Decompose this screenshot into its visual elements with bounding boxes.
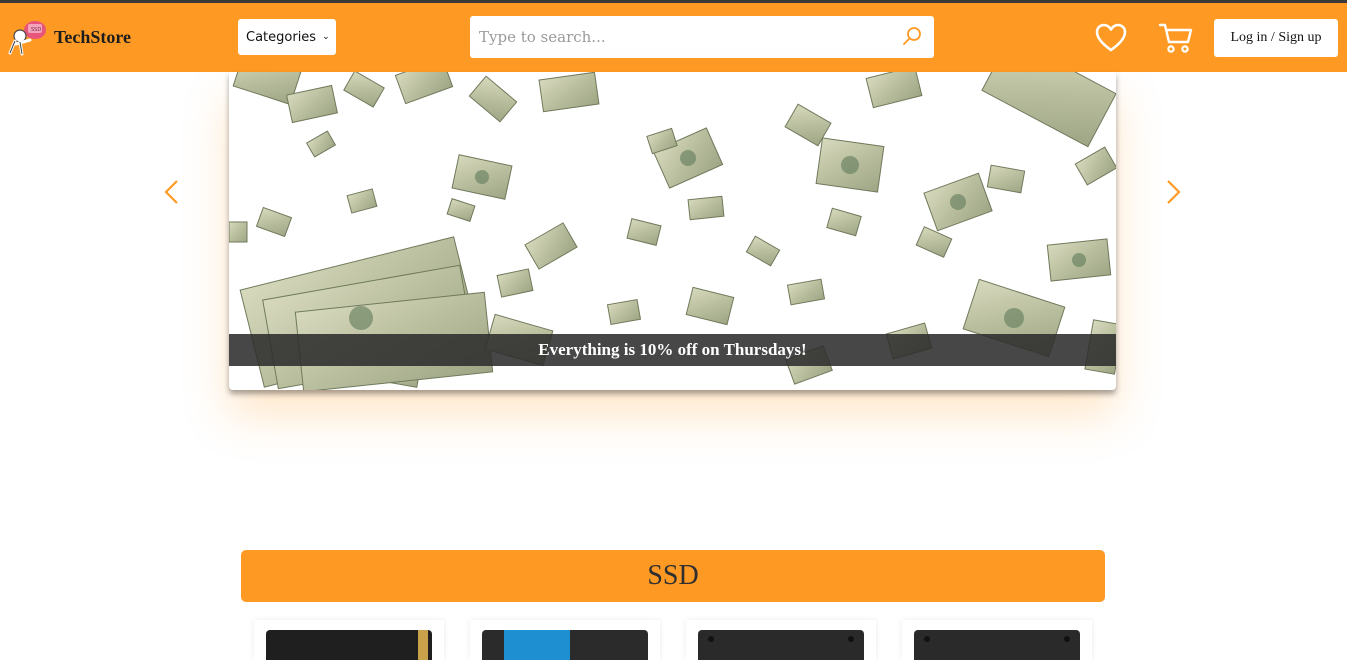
product-card[interactable] — [470, 620, 660, 660]
search-input[interactable] — [470, 16, 890, 58]
chevron-left-icon[interactable] — [162, 178, 182, 206]
mascot-logo-icon[interactable]: SSD — [6, 20, 48, 56]
search-bar — [470, 16, 934, 58]
product-card[interactable] — [902, 620, 1092, 660]
site-header: SSD TechStore Categories ⌄ Log in / Sign… — [0, 3, 1347, 72]
ssd-product-image — [266, 630, 432, 660]
svg-text:SSD: SSD — [31, 27, 41, 33]
carousel-caption: Everything is 10% off on Thursdays! — [229, 334, 1116, 366]
ssd-product-image — [698, 630, 864, 660]
promo-carousel: Everything is 10% off on Thursdays! — [229, 72, 1116, 390]
categories-label: Categories — [246, 29, 317, 45]
categories-dropdown[interactable]: Categories ⌄ — [238, 19, 336, 55]
chevron-down-icon: ⌄ — [322, 32, 330, 42]
login-signup-button[interactable]: Log in / Sign up — [1214, 19, 1338, 57]
chevron-right-icon[interactable] — [1163, 178, 1183, 206]
search-icon[interactable] — [902, 26, 922, 46]
brand-name[interactable]: TechStore — [54, 27, 131, 48]
product-card[interactable] — [254, 620, 444, 660]
section-title-ssd: SSD — [241, 550, 1105, 602]
ssd-product-image — [914, 630, 1080, 660]
cart-icon[interactable] — [1158, 22, 1194, 54]
ssd-product-image — [482, 630, 648, 660]
product-card[interactable] — [686, 620, 876, 660]
heart-icon[interactable] — [1095, 23, 1127, 53]
